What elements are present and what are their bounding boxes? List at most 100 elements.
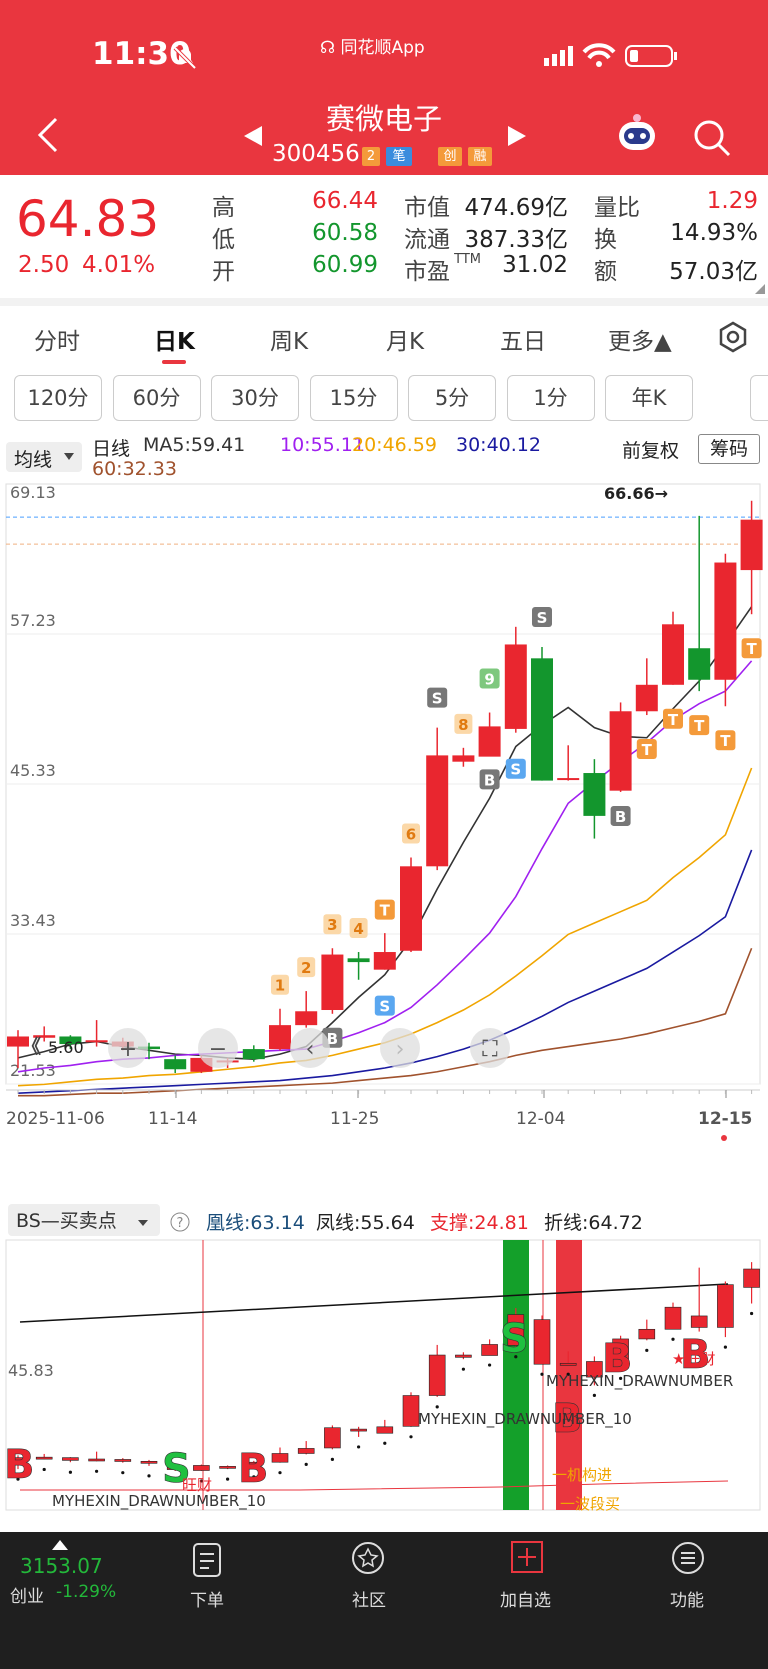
y-tick-label: 45.33 bbox=[10, 761, 56, 780]
ind-candle-body bbox=[455, 1354, 472, 1358]
ind-candle-body bbox=[664, 1306, 682, 1330]
prev-stock-icon[interactable] bbox=[242, 124, 264, 148]
tab-4[interactable]: 五日 bbox=[500, 322, 546, 356]
tab-2[interactable]: 周K bbox=[270, 322, 308, 356]
fuquan-toggle[interactable]: 前复权 bbox=[622, 436, 679, 463]
period-button[interactable]: 30分 bbox=[211, 375, 299, 421]
bell-off-icon bbox=[173, 46, 197, 70]
nav-add-watchlist[interactable]: 加自选 bbox=[500, 1586, 551, 1611]
signal-label: 6 bbox=[406, 825, 416, 843]
ind-dot bbox=[592, 1393, 597, 1397]
robot-assistant-icon[interactable] bbox=[614, 112, 660, 154]
ind-dot bbox=[645, 1348, 649, 1352]
tab-5[interactable]: 更多▲ bbox=[608, 322, 672, 356]
x-tick-label: 11-14 bbox=[148, 1109, 197, 1129]
tab-1[interactable]: 日K bbox=[154, 322, 195, 356]
candle-body bbox=[557, 778, 580, 781]
candle-body bbox=[635, 684, 658, 712]
app-name-text: 同花顺App bbox=[340, 38, 425, 58]
signal-label: T bbox=[668, 711, 679, 729]
feng-line-value: 凤线:55.64 bbox=[316, 1212, 415, 1234]
ind-candle-body bbox=[219, 1466, 236, 1469]
ind-candle-body bbox=[428, 1354, 446, 1396]
status-icons bbox=[544, 43, 677, 67]
period-button[interactable]: 15分 bbox=[309, 375, 398, 421]
tag-bi: 笔 bbox=[386, 147, 412, 166]
support-value: 支撑:24.81 bbox=[430, 1212, 529, 1234]
y-tick-label: 33.43 bbox=[10, 911, 56, 930]
tab-0[interactable]: 分时 bbox=[34, 322, 80, 356]
candle-body bbox=[242, 1049, 265, 1060]
community-icon[interactable] bbox=[350, 1540, 386, 1578]
ind-dot bbox=[488, 1363, 492, 1367]
nav-order[interactable]: 下单 bbox=[190, 1586, 224, 1611]
high-annotation: 66.66→ bbox=[604, 484, 668, 503]
search-icon[interactable] bbox=[692, 118, 732, 158]
period-button[interactable]: 5分 bbox=[408, 375, 496, 421]
jigoujin-label: 一机构进 bbox=[552, 1466, 612, 1484]
next-stock-icon[interactable] bbox=[506, 124, 528, 148]
chips-button[interactable]: 筹码 bbox=[698, 434, 760, 464]
ind-dot bbox=[671, 1337, 675, 1341]
ind-dot bbox=[357, 1445, 361, 1449]
index-value[interactable]: 3153.07 bbox=[20, 1554, 103, 1578]
kline-chart[interactable]: 69.1357.2345.3333.4321.5366.66→123 4T689B… bbox=[0, 480, 768, 1200]
wifi-icon bbox=[582, 43, 616, 67]
candle-body bbox=[295, 1011, 318, 1026]
ind-dot bbox=[121, 1471, 125, 1475]
expand-corner-icon[interactable] bbox=[755, 284, 765, 294]
signal-icon bbox=[544, 46, 573, 66]
status-app-name: ☊ 同花顺App bbox=[320, 33, 425, 58]
x-tick-label: 11-25 bbox=[330, 1109, 379, 1129]
signal-label: T bbox=[380, 902, 391, 920]
add-watchlist-icon[interactable] bbox=[510, 1540, 544, 1574]
ind-dot bbox=[723, 1345, 728, 1349]
zhe-line-value: 折线:64.72 bbox=[544, 1212, 643, 1234]
ma-day-label: 日线 bbox=[92, 438, 131, 460]
ind-candle-body bbox=[297, 1448, 315, 1454]
candle-body bbox=[400, 866, 422, 951]
candle-body bbox=[269, 1025, 291, 1050]
candle-body bbox=[164, 1059, 187, 1070]
y-tick-label: 57.23 bbox=[10, 611, 56, 630]
drawnumber-text-1: MYHEXIN_DRAWNUMBER_10 bbox=[52, 1492, 266, 1511]
x-tick-label: 12-15 bbox=[698, 1109, 752, 1129]
ind-y-tick: 45.83 bbox=[8, 1361, 54, 1380]
ind-dot bbox=[304, 1462, 308, 1466]
price-change: 2.50 bbox=[18, 252, 70, 278]
bs-letter: B bbox=[4, 1442, 35, 1488]
ind-dot bbox=[461, 1367, 465, 1371]
tab-3[interactable]: 月K bbox=[386, 322, 424, 356]
bs-letter: B bbox=[238, 1446, 269, 1492]
candle-body bbox=[373, 952, 396, 970]
green-band bbox=[503, 1240, 529, 1510]
bs-indicator-chart[interactable]: BS—买卖点? 凰线:63.14 凤线:55.64 支撑:24.81 折线:64.72 4… bbox=[0, 1200, 768, 1512]
current-price: 64.83 bbox=[16, 190, 160, 248]
period-button[interactable]: 1分 bbox=[506, 375, 595, 421]
period-button[interactable]: 120分 bbox=[14, 375, 102, 421]
quote-field-label: 低 bbox=[212, 227, 235, 253]
signal-label: B bbox=[615, 808, 626, 826]
ind-dot bbox=[750, 1311, 754, 1316]
nav-function[interactable]: 功能 bbox=[670, 1586, 704, 1611]
period-button[interactable]: 年K bbox=[605, 375, 693, 421]
period-button[interactable]: 60分 bbox=[112, 375, 201, 421]
tag-rong: 融 bbox=[468, 147, 492, 166]
index-change: -1.29% bbox=[56, 1582, 117, 1602]
signal-label: 2 bbox=[301, 959, 311, 977]
nav-community[interactable]: 社区 bbox=[352, 1586, 386, 1611]
battery-icon bbox=[625, 45, 677, 67]
zoom-glyph: − bbox=[209, 1037, 227, 1062]
quote-field-value: 60.99 bbox=[312, 252, 378, 278]
boduanmai-label: 一波段买 bbox=[560, 1495, 620, 1512]
ind-candle-body bbox=[690, 1315, 708, 1328]
quote-field-value: 1.29 bbox=[706, 188, 758, 214]
ind-candle-body bbox=[559, 1363, 577, 1366]
order-icon[interactable] bbox=[190, 1542, 224, 1578]
ma20-value: 20:46.59 bbox=[352, 434, 437, 456]
period-button-more[interactable] bbox=[750, 375, 768, 421]
candle-body bbox=[583, 773, 606, 816]
settings-hex-icon[interactable] bbox=[716, 320, 750, 354]
function-icon[interactable] bbox=[670, 1540, 706, 1576]
candle-body bbox=[740, 519, 763, 571]
